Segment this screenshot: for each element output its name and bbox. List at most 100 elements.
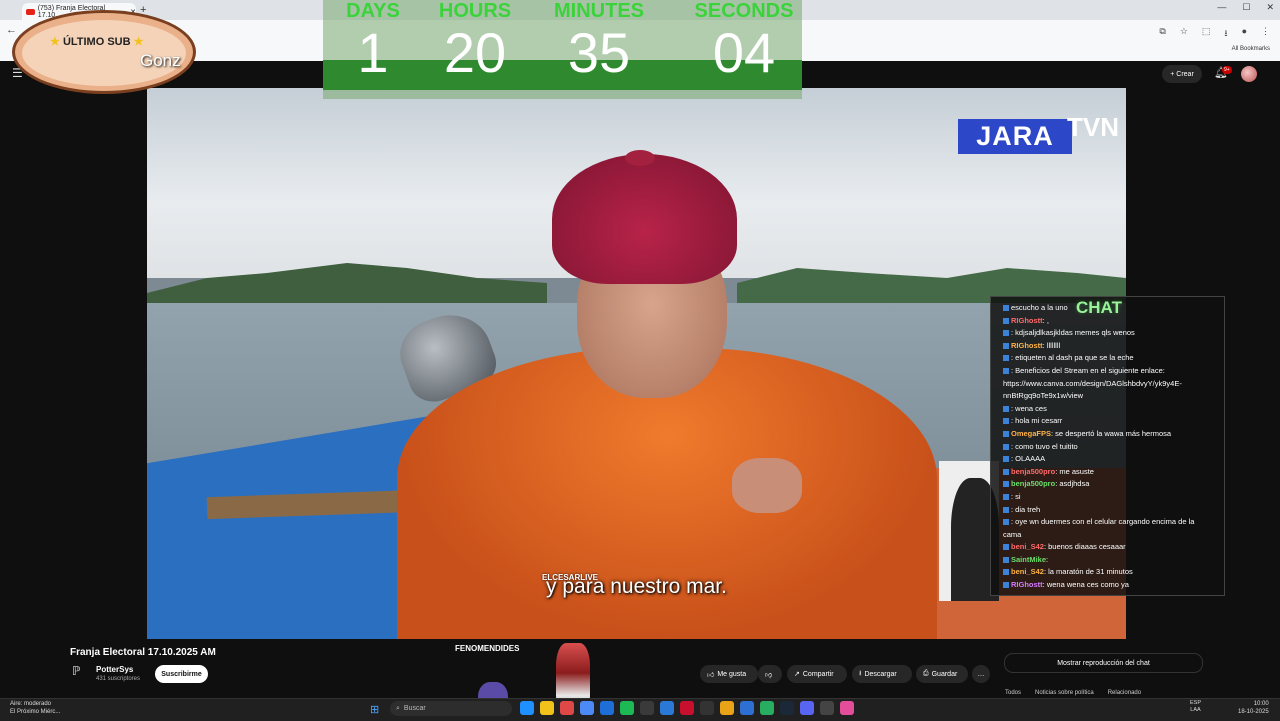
more-actions-button[interactable]: … (972, 665, 990, 683)
channel-avatar-icon[interactable]: ℙ (72, 664, 88, 682)
close-window-icon[interactable]: ✕ (1266, 2, 1274, 13)
taskbar-search[interactable]: ⌕ Buscar (390, 701, 512, 716)
notification-badge: 9+ (1222, 66, 1232, 74)
outlook-icon[interactable] (600, 701, 614, 715)
file-explorer-icon[interactable] (540, 701, 554, 715)
search-icon: ⌕ (396, 704, 400, 712)
weather-widget[interactable]: Aire: moderado El Próximo Miérc... (10, 700, 60, 716)
chat-message: : si (1003, 491, 1213, 504)
chat-username[interactable]: beni_S42 (1011, 542, 1044, 551)
taskbar-clock[interactable]: 10:00 18-10-2025 (1238, 700, 1269, 716)
countdown-days-label: DAYS (346, 0, 400, 22)
language-line-1: ESP (1190, 700, 1202, 706)
chat-username[interactable]: benja500pro (1011, 467, 1055, 476)
download-icon[interactable]: ⭳ (1224, 26, 1227, 42)
app-icon-yellow[interactable] (720, 701, 734, 715)
subscribe-button[interactable]: Suscribirme (155, 665, 208, 683)
chat-message: : kdjsaljdlkasjkldas memes qls wenos (1003, 327, 1213, 340)
chat-message: benja500pro: me asuste (1003, 466, 1213, 479)
video-player[interactable]: JARA TVN y para nuestro mar. ELCESARLIVE (147, 88, 1126, 639)
extensions-icon[interactable]: ⬚ (1202, 26, 1211, 42)
obs-icon[interactable] (820, 701, 834, 715)
create-label: Crear (1176, 70, 1194, 78)
download-button[interactable]: ⭳ Descargar (852, 665, 912, 683)
countdown-minutes: MINUTES 35 (549, 0, 649, 83)
language-line-2: LAA (1190, 707, 1201, 713)
share-button[interactable]: ↗ Compartir (787, 665, 847, 683)
maximize-icon[interactable]: ☐ (1242, 2, 1250, 13)
download-label: Descargar (864, 670, 897, 678)
filter-tab-related[interactable]: Relacionado (1108, 690, 1141, 696)
download-arrow-icon: ⭳ (859, 669, 862, 677)
video-beanie-pompom (625, 150, 655, 166)
chat-message-text: : (1046, 554, 1049, 564)
show-chat-replay-button[interactable]: Mostrar reproducción del chat (1004, 653, 1203, 673)
all-bookmarks-link[interactable]: All Bookmarks (1232, 46, 1270, 52)
chat-message: RIGhostt: , (1003, 315, 1213, 328)
chat-badge-icon (1003, 342, 1009, 349)
chrome-icon[interactable] (580, 701, 594, 715)
countdown-hours-label: HOURS (438, 0, 512, 22)
create-button[interactable]: + Crear (1162, 65, 1202, 83)
chat-username[interactable]: RIGhostt (1011, 341, 1043, 350)
bookmark-star-icon[interactable]: ☆ (1180, 26, 1188, 42)
chat-badge-icon (1003, 569, 1009, 576)
chat-message: : hola mi cesarr (1003, 415, 1213, 428)
chat-message-text: : wena wena ces como ya (1042, 580, 1129, 590)
star-icon: ★ (133, 36, 144, 48)
app-icon-blue[interactable] (740, 701, 754, 715)
dislike-button[interactable]: 👎︎ (758, 665, 782, 683)
save-button[interactable]: ⎙ Guardar (916, 665, 968, 683)
cast-icon[interactable]: ⧉ (1159, 26, 1165, 42)
profile-icon[interactable]: ● (1242, 26, 1247, 42)
video-subtitle: y para nuestro mar. (546, 575, 727, 598)
filter-tab-all[interactable]: Todos (1005, 690, 1021, 696)
save-label: Guardar (931, 670, 958, 678)
kebab-menu-icon[interactable]: ⋮ (1261, 26, 1270, 42)
network-logo: TVN (1067, 112, 1119, 142)
whatsapp-icon[interactable] (760, 701, 774, 715)
chat-message: : oye wn duermes con el celular cargando… (1003, 516, 1213, 541)
chat-badge-icon (1003, 506, 1009, 513)
settings-icon[interactable] (660, 701, 674, 715)
minimize-icon[interactable]: — (1217, 2, 1226, 13)
steam-icon[interactable] (780, 701, 794, 715)
countdown-days: DAYS 1 (331, 0, 415, 83)
app-icon-pink[interactable] (840, 701, 854, 715)
channel-name[interactable]: PotterSys (96, 665, 133, 674)
language-indicator[interactable]: ESP LAA (1190, 700, 1201, 714)
chat-username[interactable]: RIGhostt (1011, 316, 1043, 325)
chat-badge-icon (1003, 305, 1009, 312)
chat-message: : como tuvo el tuitito (1003, 441, 1213, 454)
chat-badge-icon (1003, 544, 1009, 551)
countdown-minutes-value: 35 (567, 21, 631, 84)
chat-badge-icon (1003, 367, 1009, 374)
app-icon-red[interactable] (680, 701, 694, 715)
like-button[interactable]: 👍︎ Me gusta (700, 665, 758, 683)
chat-username[interactable]: benja500pro (1011, 479, 1055, 488)
plus-icon: + (1170, 70, 1175, 78)
clock-time: 10:00 (1253, 701, 1269, 707)
taskview-icon[interactable] (520, 701, 534, 715)
latest-sub-name: Gonz (140, 51, 181, 70)
discord-icon[interactable] (800, 701, 814, 715)
filter-tab-politics[interactable]: Noticias sobre política (1035, 690, 1094, 696)
chat-message-text: : hola mi cesarr (1011, 416, 1063, 426)
share-arrow-icon: ↗ (794, 671, 800, 678)
terminal-icon[interactable] (640, 701, 654, 715)
chat-message-text: : wena ces (1011, 403, 1047, 413)
chat-username[interactable]: SaintMike (1011, 555, 1046, 564)
chat-message-text: : como tuvo el tuitito (1011, 441, 1078, 451)
start-menu-icon[interactable]: ⊞ (370, 703, 379, 716)
chat-username[interactable]: OmegaFPS (1011, 429, 1051, 438)
chat-username[interactable]: beni_S42 (1011, 567, 1044, 576)
chat-message-text: : me asuste (1055, 466, 1094, 476)
chat-username[interactable]: RIGhostt (1011, 580, 1043, 589)
user-avatar[interactable] (1241, 66, 1257, 82)
app-icon-dark[interactable] (700, 701, 714, 715)
window-controls: — ☐ ✕ (1217, 2, 1274, 13)
spotify-icon[interactable] (620, 701, 634, 715)
store-icon[interactable] (560, 701, 574, 715)
weather-line-1: Aire: moderado (10, 701, 52, 707)
back-arrow-icon[interactable]: ← (6, 24, 17, 36)
